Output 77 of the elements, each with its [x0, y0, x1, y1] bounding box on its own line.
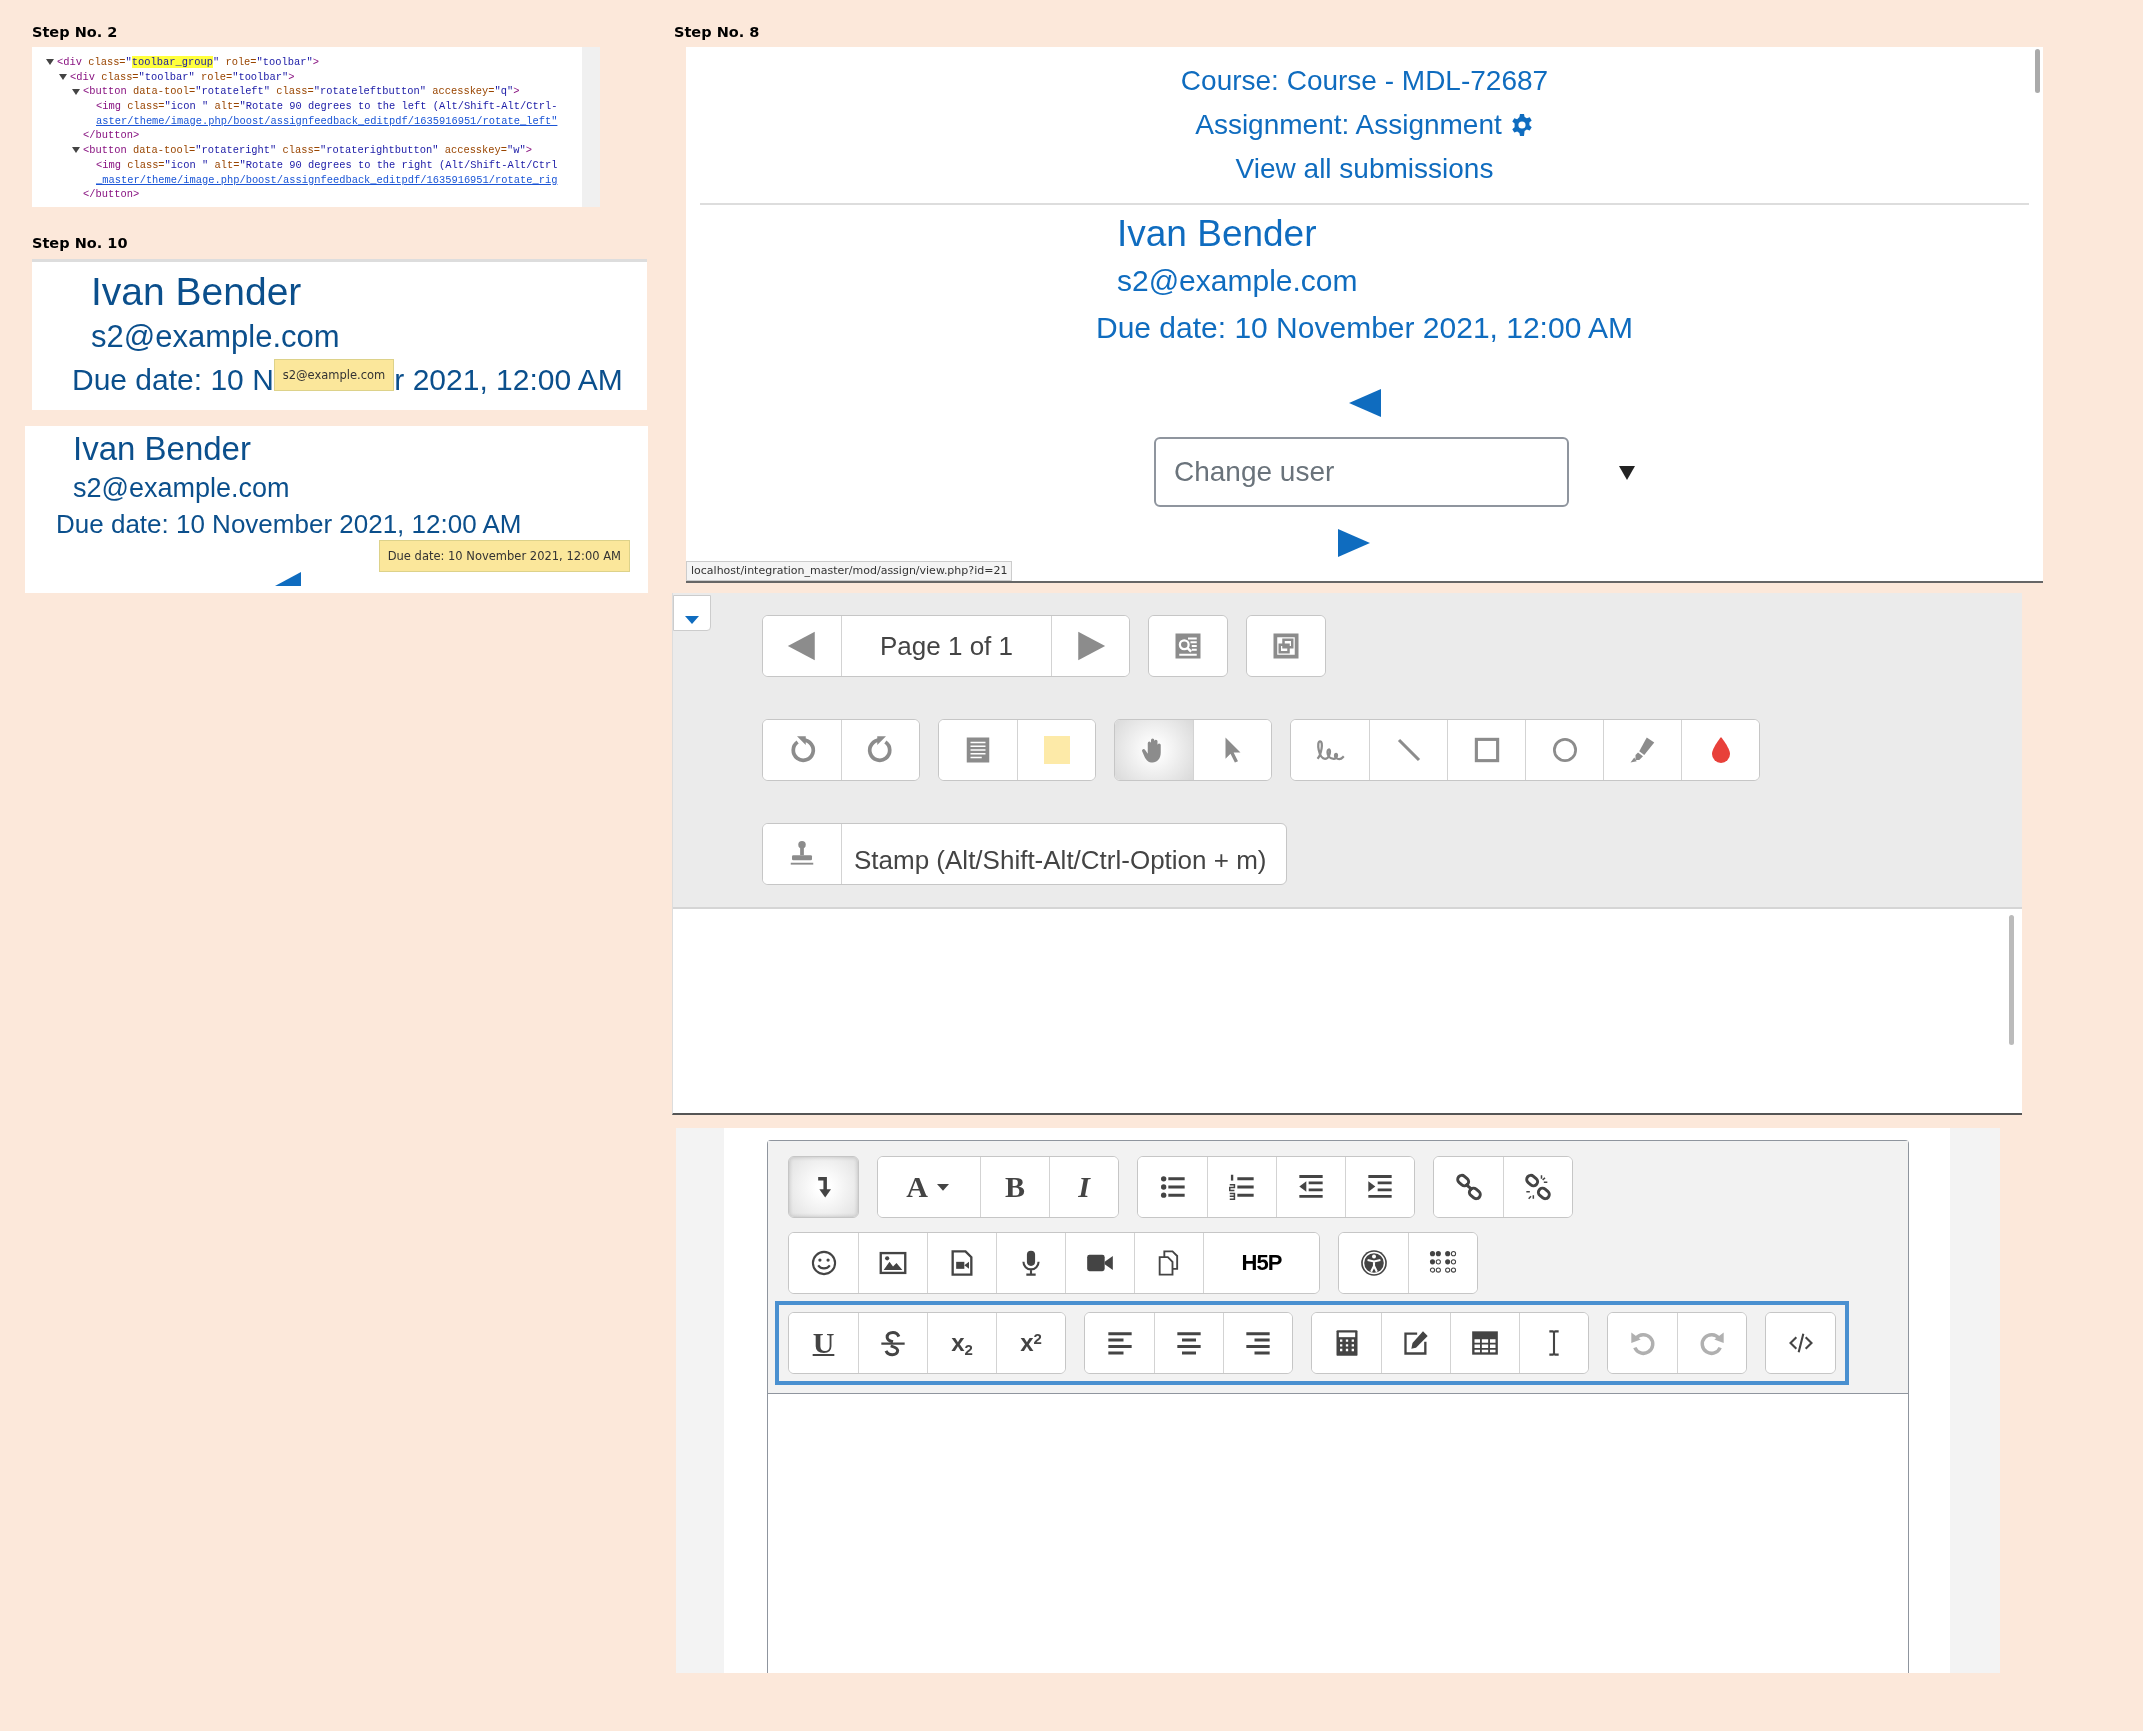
tooltip: s2@example.com: [273, 359, 395, 391]
tooltip: Due date: 10 November 2021, 12:00 AM: [378, 540, 630, 572]
document-search-icon: [1173, 631, 1203, 661]
strikethrough-icon: [879, 1329, 907, 1357]
triangle-left-icon[interactable]: [275, 571, 301, 586]
code-line: </button>: [83, 187, 140, 202]
user-name: Ivan Bender: [1116, 212, 1318, 256]
scrollbar-thumb[interactable]: [2035, 49, 2040, 93]
pan-button[interactable]: [1115, 720, 1193, 780]
italic-button[interactable]: I: [1049, 1157, 1118, 1217]
image-icon: [879, 1249, 907, 1277]
outdent-icon: [1297, 1173, 1325, 1201]
align-left-icon: [1105, 1329, 1134, 1357]
color-swatch-button[interactable]: [1017, 720, 1095, 780]
expand-triangle-icon[interactable]: [59, 74, 67, 81]
step-label: Step No. 8: [674, 23, 760, 42]
user-email: s2@example.com: [90, 318, 341, 356]
indent-button[interactable]: [1345, 1157, 1414, 1217]
rotate-right-button[interactable]: [841, 720, 919, 780]
course-link[interactable]: Course: Course - MDL-72687: [1180, 65, 1549, 96]
h5p-button[interactable]: H5P: [1203, 1233, 1319, 1293]
color-drop-button[interactable]: [1681, 720, 1759, 780]
search-comments-button[interactable]: [1149, 616, 1227, 676]
link-icon: [1454, 1173, 1483, 1201]
user-email: s2@example.com: [1116, 263, 1359, 299]
status-bar-url: localhost/integration_master/mod/assign/view.php?id=21: [686, 560, 1013, 581]
expand-triangle-icon[interactable]: [72, 88, 80, 95]
html-button[interactable]: [1766, 1313, 1835, 1373]
due-date: r 2021, 12:00 AM: [394, 362, 623, 398]
due-date: Due date: 10 November 2021, 12:00 AM: [1096, 310, 1633, 346]
numbered-list-icon: [1228, 1173, 1256, 1201]
expand-button[interactable]: [1247, 616, 1325, 676]
code-line: <img class="icon " alt="Rotate 90 degrees to the right (Alt/Shift-Alt/Ctrl: [96, 157, 558, 173]
user-email: s2@example.com: [72, 472, 291, 505]
assignment-link[interactable]: Assignment: Assignment: [1195, 103, 1502, 147]
align-center-icon: [1175, 1329, 1203, 1357]
edit-icon: [1402, 1329, 1430, 1357]
next-button[interactable]: [1051, 616, 1129, 676]
superscript-button[interactable]: x$^{2}$: [996, 1313, 1065, 1373]
due-date: Due date: 10 N: [72, 362, 274, 398]
code-line: <button data-tool="rotateright" class="rotaterightbutton" accesskey="w">: [83, 143, 532, 158]
expand-triangle-icon[interactable]: [72, 147, 80, 154]
code-line: <img class="icon " alt="Rotate 90 degrees to the left (Alt/Shift-Alt/Ctrl-: [96, 99, 558, 114]
change-user-field[interactable]: Change user: [1154, 437, 1569, 507]
step-label: Step No. 2: [32, 23, 118, 42]
select-button[interactable]: [1193, 720, 1271, 780]
next-user-icon[interactable]: [1337, 529, 1370, 557]
screenreader-button[interactable]: [1408, 1233, 1477, 1293]
step-label: Step No. 10: [32, 234, 128, 253]
accessibility-icon: [1359, 1249, 1388, 1277]
code-link[interactable]: _master/theme/image.php/boost/assignfeedback_editpdf/1635916951/rotate_rig: [96, 172, 558, 188]
caret-down-icon: [685, 616, 699, 624]
previous-user-icon[interactable]: [1348, 389, 1381, 417]
expand-triangle-icon[interactable]: [46, 59, 54, 66]
code-line: </button>: [83, 128, 140, 144]
code-line: <div class="toolbar" role="toolbar">: [70, 69, 295, 85]
settings-icon[interactable]: [1509, 113, 1534, 138]
smiley-icon: [809, 1249, 838, 1277]
code-line: <button data-tool="rotateleft" class="rotateleftbutton" accesskey="q">: [83, 84, 520, 100]
code-link[interactable]: aster/theme/image.php/boost/assignfeedback_editpdf/1635916951/rotate_left": [96, 113, 558, 129]
expand-icon: [1271, 631, 1301, 661]
table-icon: [1471, 1329, 1499, 1357]
dropdown-caret-icon[interactable]: [1619, 465, 1635, 480]
unlink-icon: [1524, 1173, 1552, 1201]
unlink-button[interactable]: [1503, 1157, 1572, 1217]
user-name: Ivan Bender: [90, 269, 303, 315]
stamp-label: Stamp (Alt/Shift-Alt/Ctrl-Option + m): [841, 824, 1287, 884]
indent-icon: [1366, 1173, 1394, 1201]
toolbar-collapse-button[interactable]: [673, 595, 711, 631]
bullet-list-icon: [1158, 1173, 1187, 1201]
align-right-icon: [1244, 1329, 1272, 1357]
view-submissions-link[interactable]: View all submissions: [1235, 153, 1494, 184]
due-date: Due date: 10 November 2021, 12:00 AM: [55, 508, 523, 541]
scrollbar-thumb[interactable]: [2009, 915, 2014, 1045]
align-right-button[interactable]: [1223, 1313, 1292, 1373]
collapse-button[interactable]: [789, 1157, 858, 1217]
user-name: Ivan Bender: [72, 429, 252, 469]
